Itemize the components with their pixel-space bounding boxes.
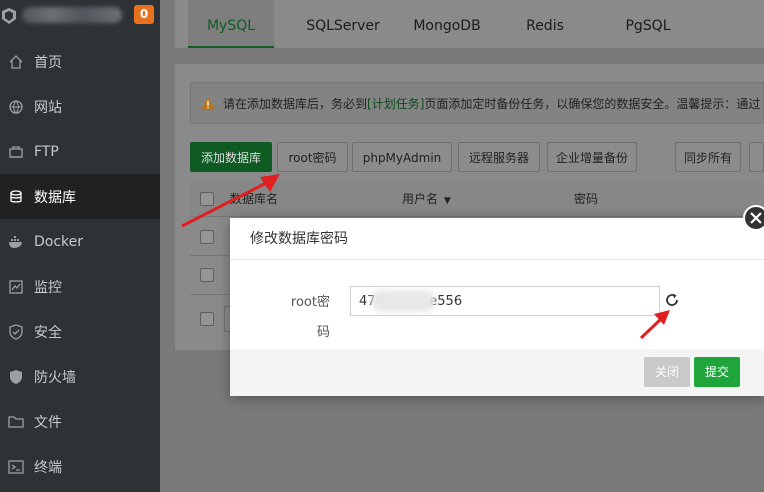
sidebar-item-home[interactable]: 首页 bbox=[0, 39, 160, 84]
blurred-server-name bbox=[22, 7, 122, 23]
phpmyadmin-button[interactable]: phpMyAdmin bbox=[352, 142, 452, 172]
tab-sqlserver[interactable]: SQLServer bbox=[293, 0, 393, 48]
close-icon bbox=[750, 212, 762, 224]
database-table-header: 数据库名 用户名 ▼ 密码 bbox=[190, 182, 764, 217]
sidebar-item-monitor[interactable]: 监控 bbox=[0, 264, 160, 309]
refresh-icon[interactable] bbox=[664, 292, 680, 308]
cron-task-link[interactable]: [计划任务] bbox=[367, 95, 424, 112]
backup-notice: 请在添加数据库后，务必到 [计划任务] 页面添加定时备份任务，以确保您的数据安全… bbox=[190, 82, 764, 124]
sidebar-item-label: 终端 bbox=[34, 459, 62, 476]
incremental-backup-button[interactable]: 企业增量备份 bbox=[547, 142, 637, 172]
dialog-title: 修改数据库密码 bbox=[250, 231, 348, 247]
more-button-partial[interactable] bbox=[749, 142, 764, 172]
row-checkbox[interactable] bbox=[200, 268, 214, 282]
sync-all-button[interactable]: 同步所有 bbox=[675, 142, 741, 172]
folder-icon bbox=[8, 414, 24, 430]
sidebar-item-label: Docker bbox=[34, 233, 84, 250]
notice-text-prefix: 请在添加数据库后，务必到 bbox=[223, 96, 368, 111]
column-username-label: 用户名 bbox=[402, 192, 439, 206]
select-all-checkbox[interactable] bbox=[200, 192, 214, 206]
sidebar-item-database[interactable]: 数据库 bbox=[0, 174, 160, 219]
dialog-close-button[interactable] bbox=[743, 205, 764, 231]
sidebar-item-website[interactable]: 网站 bbox=[0, 84, 160, 129]
ftp-icon bbox=[8, 144, 24, 160]
footer-checkbox[interactable] bbox=[200, 312, 214, 326]
home-icon bbox=[8, 54, 24, 70]
docker-icon bbox=[8, 234, 24, 250]
tab-mongodb[interactable]: MongoDB bbox=[401, 0, 493, 48]
root-password-button[interactable]: root密码 bbox=[277, 142, 348, 172]
logo-icon bbox=[2, 8, 16, 24]
column-username[interactable]: 用户名 ▼ bbox=[402, 182, 451, 218]
close-button[interactable]: 关闭 bbox=[644, 357, 690, 387]
sidebar-item-ftp[interactable]: FTP bbox=[0, 129, 160, 174]
sidebar-item-label: 监控 bbox=[34, 279, 62, 296]
sidebar-item-files[interactable]: 文件 bbox=[0, 399, 160, 444]
change-db-password-dialog: 修改数据库密码 root密码 关闭 提交 bbox=[230, 205, 764, 396]
row-checkbox[interactable] bbox=[200, 230, 214, 244]
notice-text-suffix: 页面添加定时备份任务，以确保您的数据安全。温馨提示：通过 bbox=[424, 96, 761, 111]
firewall-icon bbox=[8, 369, 24, 385]
warning-icon bbox=[201, 96, 215, 110]
sidebar-item-label: FTP bbox=[34, 143, 59, 160]
column-password: 密码 bbox=[574, 192, 599, 206]
sidebar-item-label: 网站 bbox=[34, 99, 62, 116]
sort-down-icon: ▼ bbox=[443, 196, 451, 206]
tab-mysql[interactable]: MySQL bbox=[188, 0, 274, 48]
sidebar-item-security[interactable]: 安全 bbox=[0, 309, 160, 354]
remote-server-button[interactable]: 远程服务器 bbox=[458, 142, 540, 172]
terminal-icon bbox=[8, 459, 24, 475]
root-password-label: root密码 bbox=[290, 295, 330, 340]
database-type-tabs: MySQL SQLServer MongoDB Redis PgSQL bbox=[175, 0, 764, 48]
sidebar-item-label: 首页 bbox=[34, 54, 62, 71]
dialog-header: 修改数据库密码 bbox=[230, 218, 764, 260]
password-redaction-blur bbox=[371, 290, 435, 312]
sidebar-item-label: 文件 bbox=[34, 414, 62, 431]
database-icon bbox=[8, 189, 24, 205]
monitor-icon bbox=[8, 279, 24, 295]
brand: 0 bbox=[0, 0, 160, 32]
column-database-name[interactable]: 数据库名 bbox=[230, 182, 278, 216]
globe-icon bbox=[8, 99, 24, 115]
sidebar-item-terminal[interactable]: 终端 bbox=[0, 444, 160, 489]
sidebar: 0 首页 网站 FTP 数据库 Docker 监控 安全 防火墙 文件 终端 bbox=[0, 0, 160, 492]
sidebar-item-docker[interactable]: Docker bbox=[0, 219, 160, 264]
notification-badge[interactable]: 0 bbox=[134, 5, 154, 24]
submit-button[interactable]: 提交 bbox=[694, 357, 740, 387]
add-database-button[interactable]: 添加数据库 bbox=[190, 142, 272, 172]
tab-redis[interactable]: Redis bbox=[515, 0, 575, 48]
sidebar-item-firewall[interactable]: 防火墙 bbox=[0, 354, 160, 399]
sidebar-item-label: 防火墙 bbox=[34, 369, 76, 386]
sidebar-item-label: 数据库 bbox=[34, 189, 76, 206]
sidebar-item-label: 安全 bbox=[34, 324, 62, 341]
tab-pgsql[interactable]: PgSQL bbox=[615, 0, 681, 48]
shield-icon bbox=[8, 323, 24, 340]
